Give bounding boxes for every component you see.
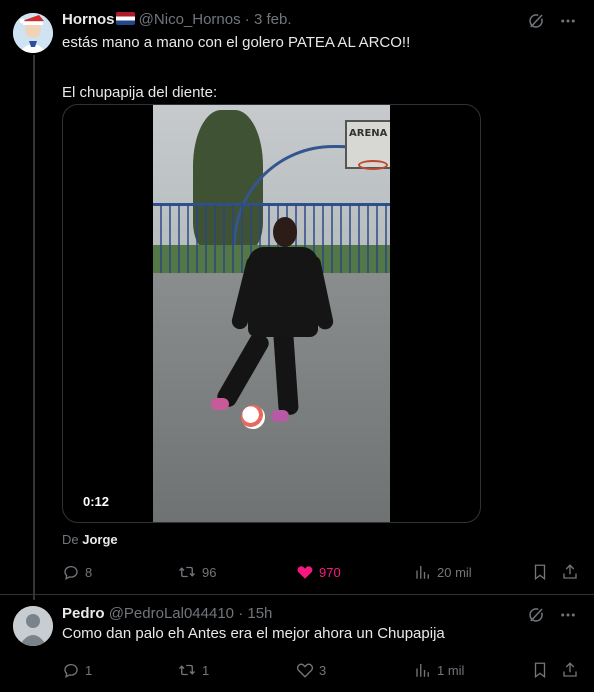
bookmark-button[interactable]	[531, 659, 549, 681]
soccer-ball	[241, 405, 265, 429]
share-button[interactable]	[561, 561, 579, 583]
views-button[interactable]: 1 mil	[414, 659, 464, 681]
video-player[interactable]: ARENA 0:12	[62, 104, 481, 523]
header-icons	[526, 605, 578, 625]
player	[248, 247, 318, 337]
reply-icon	[64, 565, 78, 580]
attribution-author[interactable]: Jorge	[82, 532, 117, 547]
tweet-text-line: estás mano a mano con el golero PATEA AL…	[62, 34, 411, 51]
views-button[interactable]: 20 mil	[414, 561, 472, 583]
views-icon	[416, 566, 429, 579]
bookmark-button[interactable]	[531, 561, 549, 583]
header-icons	[526, 11, 578, 31]
tweet-text: Como dan palo eh Antes era el mejor ahor…	[62, 625, 445, 642]
share-button[interactable]	[561, 659, 579, 681]
reply-count: 8	[85, 564, 93, 580]
display-name[interactable]: Hornos	[62, 11, 115, 28]
reply-icon	[64, 663, 78, 678]
grok-icon[interactable]	[526, 605, 546, 625]
tweet-header: Pedro @PedroLal044410 · 15h	[62, 605, 272, 622]
retweet-count: 1	[202, 662, 210, 678]
like-button[interactable]: 970	[296, 561, 341, 583]
reply-count: 1	[85, 662, 93, 678]
like-count: 970	[319, 564, 341, 580]
bookmark-icon	[534, 564, 546, 581]
views-count: 1 mil	[437, 662, 465, 678]
tweet-header: Hornos @Nico_Hornos · 3 feb.	[62, 11, 291, 28]
tweet[interactable]: Pedro @PedroLal044410 · 15h Como dan pal…	[0, 594, 594, 692]
retweet-icon	[179, 566, 195, 578]
timestamp[interactable]: 15h	[247, 605, 272, 622]
timestamp[interactable]: 3 feb.	[254, 11, 292, 28]
share-icon	[563, 564, 577, 579]
display-name[interactable]: Pedro	[62, 605, 105, 622]
views-count: 20 mil	[437, 564, 472, 580]
video-duration: 0:12	[83, 494, 110, 509]
retweet-count: 96	[202, 564, 217, 580]
more-icon[interactable]	[558, 605, 578, 625]
basketball-hoop	[358, 160, 388, 170]
views-icon	[416, 664, 429, 677]
handle[interactable]: @PedroLal044410	[109, 605, 234, 622]
like-icon	[297, 566, 313, 579]
retweet-icon	[179, 664, 195, 676]
avatar[interactable]	[13, 606, 53, 646]
action-bar: 1 1 3 1 mil	[62, 659, 582, 681]
separator: ·	[244, 11, 250, 28]
like-icon	[296, 663, 314, 678]
retweet-button[interactable]: 1	[177, 659, 209, 681]
retweet-button[interactable]: 96	[177, 561, 216, 583]
video-attribution: De Jorge	[62, 532, 118, 547]
reply-button[interactable]: 1	[62, 659, 92, 681]
like-button[interactable]: 3	[296, 659, 326, 681]
grok-icon[interactable]	[526, 11, 546, 31]
reply-button[interactable]: 8	[62, 561, 92, 583]
tweet[interactable]: Hornos @Nico_Hornos · 3 feb. estás mano …	[0, 0, 594, 600]
video-frame[interactable]: ARENA	[153, 105, 390, 522]
share-icon	[563, 662, 577, 677]
action-bar: 8 96 970 20 mil	[62, 561, 582, 583]
tweet-text-line: El chupapija del diente:	[62, 84, 218, 101]
separator: ·	[238, 605, 244, 622]
thread-line	[33, 55, 35, 600]
like-count: 3	[319, 662, 327, 678]
bookmark-icon	[534, 662, 546, 679]
handle[interactable]: @Nico_Hornos	[139, 11, 241, 28]
more-icon[interactable]	[558, 11, 578, 31]
netherlands-flag-icon	[115, 12, 135, 25]
avatar[interactable]	[13, 13, 53, 53]
backboard-sign: ARENA	[349, 128, 388, 139]
